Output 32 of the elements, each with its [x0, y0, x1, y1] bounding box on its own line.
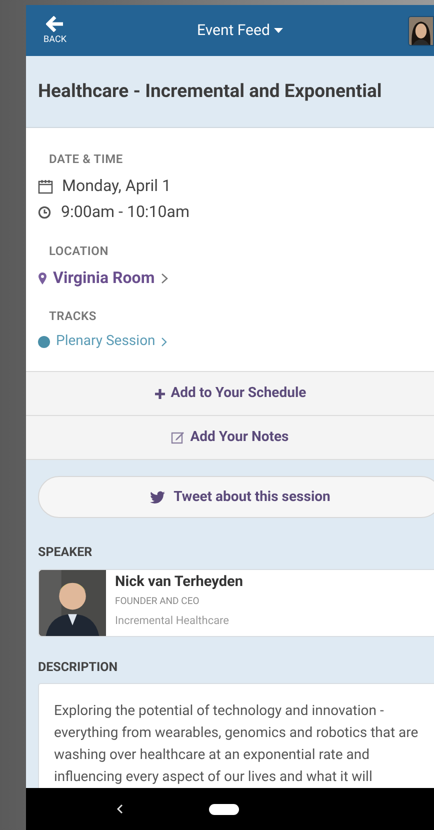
speaker-card[interactable]: Nick van Terheyden FOUNDER AND CEO Incremental Healthcare [38, 568, 434, 637]
description-text: Exploring the potential of technology and innovation - everything from wearables, genomics and robotics that are washing over healthcare at an exponential rate and influencing every aspect of our lives and what it will [54, 702, 420, 786]
add-notes-button[interactable]: Add Your Notes [26, 415, 434, 459]
plus-icon [154, 388, 166, 400]
bird-icon [150, 490, 165, 504]
back-button[interactable]: BACK [38, 16, 72, 46]
back-arrow-icon [46, 16, 64, 32]
section-heading: DATE & TIME [48, 151, 124, 168]
chevron-right-icon [161, 336, 168, 346]
calendar-icon [38, 178, 53, 194]
add-schedule-button[interactable]: Add to Your Schedule [26, 371, 434, 415]
clock-icon [38, 206, 51, 218]
tweet-button[interactable]: Tweet about this session [38, 476, 434, 518]
location-link[interactable]: Virginia Room [38, 266, 422, 290]
caret-icon [274, 28, 283, 34]
profile-avatar[interactable] [408, 16, 434, 46]
section-heading: TRACKS [48, 308, 98, 325]
section-heading: SPEAKER [38, 544, 94, 562]
section-heading: DESCRIPTION [38, 658, 119, 677]
speaker-company: Incremental Healthcare [115, 612, 230, 629]
back-chevron-icon[interactable] [116, 804, 123, 814]
edit-icon [171, 431, 186, 444]
map-pin-icon [38, 272, 47, 284]
feed-dropdown[interactable]: Event Feed [72, 19, 408, 42]
section-heading: LOCATION [48, 243, 110, 260]
home-pill[interactable] [209, 804, 239, 814]
session-date: Monday, April 1 [62, 175, 171, 197]
session-time: 9:00am - 10:10am [61, 201, 190, 223]
session-title: Healthcare - Incremental and Exponential [38, 78, 382, 104]
speaker-name: Nick van Terheyden [115, 572, 243, 592]
chevron-right-icon [160, 272, 168, 284]
speaker-role: FOUNDER AND CEO [115, 594, 200, 609]
